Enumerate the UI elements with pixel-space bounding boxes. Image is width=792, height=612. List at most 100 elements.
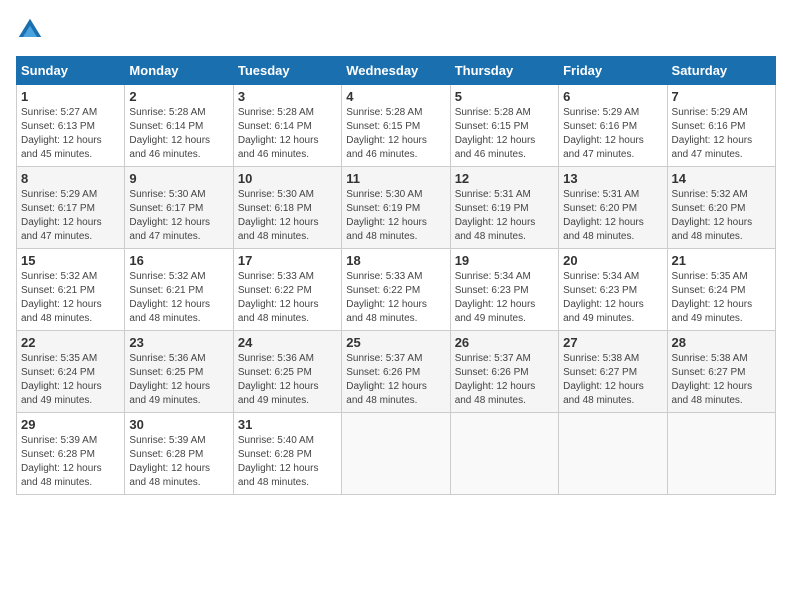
- day-number: 11: [346, 171, 445, 186]
- day-info: Sunrise: 5:30 AM Sunset: 6:18 PM Dayligh…: [238, 188, 337, 244]
- day-number: 31: [238, 417, 337, 432]
- day-info: Sunrise: 5:32 AM Sunset: 6:20 PM Dayligh…: [672, 188, 771, 244]
- day-number: 26: [455, 335, 554, 350]
- day-info: Sunrise: 5:37 AM Sunset: 6:26 PM Dayligh…: [346, 352, 445, 408]
- day-number: 15: [21, 253, 120, 268]
- day-number: 28: [672, 335, 771, 350]
- day-number: 9: [129, 171, 228, 186]
- day-info: Sunrise: 5:36 AM Sunset: 6:25 PM Dayligh…: [238, 352, 337, 408]
- day-number: 30: [129, 417, 228, 432]
- calendar-cell: [559, 413, 667, 495]
- calendar-cell: 17 Sunrise: 5:33 AM Sunset: 6:22 PM Dayli…: [233, 249, 341, 331]
- calendar-week-5: 29Sunrise: 5:39 AM Sunset: 6:28 PM Dayli…: [17, 413, 776, 495]
- day-number: 17: [238, 253, 337, 268]
- day-info: Sunrise: 5:28 AM Sunset: 6:14 PM Dayligh…: [238, 106, 337, 162]
- day-number: 1: [21, 89, 120, 104]
- calendar-cell: 21 Sunrise: 5:35 AM Sunset: 6:24 PM Dayli…: [667, 249, 775, 331]
- day-info: Sunrise: 5:38 AM Sunset: 6:27 PM Dayligh…: [563, 352, 662, 408]
- calendar-cell: 20 Sunrise: 5:34 AM Sunset: 6:23 PM Dayli…: [559, 249, 667, 331]
- day-number: 20: [563, 253, 662, 268]
- day-info: Sunrise: 5:32 AM Sunset: 6:21 PM Dayligh…: [129, 270, 228, 326]
- day-info: Sunrise: 5:32 AM Sunset: 6:21 PM Dayligh…: [21, 270, 120, 326]
- calendar-cell: 2Sunrise: 5:28 AM Sunset: 6:14 PM Daylig…: [125, 85, 233, 167]
- calendar-cell: 6 Sunrise: 5:29 AM Sunset: 6:16 PM Daylig…: [559, 85, 667, 167]
- day-info: Sunrise: 5:27 AM Sunset: 6:13 PM Dayligh…: [21, 106, 120, 162]
- day-number: 6: [563, 89, 662, 104]
- day-number: 16: [129, 253, 228, 268]
- calendar-cell: 27 Sunrise: 5:38 AM Sunset: 6:27 PM Dayli…: [559, 331, 667, 413]
- day-number: 7: [672, 89, 771, 104]
- day-info: Sunrise: 5:30 AM Sunset: 6:19 PM Dayligh…: [346, 188, 445, 244]
- header-row: Sunday Monday Tuesday Wednesday Thursday…: [17, 57, 776, 85]
- day-info: Sunrise: 5:31 AM Sunset: 6:20 PM Dayligh…: [563, 188, 662, 244]
- calendar-cell: 3 Sunrise: 5:28 AM Sunset: 6:14 PM Daylig…: [233, 85, 341, 167]
- calendar-cell: 8Sunrise: 5:29 AM Sunset: 6:17 PM Daylig…: [17, 167, 125, 249]
- calendar-cell: 26 Sunrise: 5:37 AM Sunset: 6:26 PM Dayli…: [450, 331, 558, 413]
- calendar-cell: 16 Sunrise: 5:32 AM Sunset: 6:21 PM Dayli…: [125, 249, 233, 331]
- calendar-cell: 14 Sunrise: 5:32 AM Sunset: 6:20 PM Dayli…: [667, 167, 775, 249]
- day-number: 10: [238, 171, 337, 186]
- day-info: Sunrise: 5:29 AM Sunset: 6:16 PM Dayligh…: [563, 106, 662, 162]
- day-info: Sunrise: 5:34 AM Sunset: 6:23 PM Dayligh…: [563, 270, 662, 326]
- day-number: 12: [455, 171, 554, 186]
- calendar-cell: [667, 413, 775, 495]
- day-info: Sunrise: 5:28 AM Sunset: 6:15 PM Dayligh…: [455, 106, 554, 162]
- calendar-week-2: 8Sunrise: 5:29 AM Sunset: 6:17 PM Daylig…: [17, 167, 776, 249]
- page-header: [16, 16, 776, 44]
- calendar-cell: 30 Sunrise: 5:39 AM Sunset: 6:28 PM Dayli…: [125, 413, 233, 495]
- day-info: Sunrise: 5:28 AM Sunset: 6:14 PM Dayligh…: [129, 106, 228, 162]
- calendar-cell: 29Sunrise: 5:39 AM Sunset: 6:28 PM Dayli…: [17, 413, 125, 495]
- calendar-cell: 1 Sunrise: 5:27 AM Sunset: 6:13 PM Daylig…: [17, 85, 125, 167]
- day-info: Sunrise: 5:40 AM Sunset: 6:28 PM Dayligh…: [238, 434, 337, 490]
- day-info: Sunrise: 5:33 AM Sunset: 6:22 PM Dayligh…: [346, 270, 445, 326]
- day-info: Sunrise: 5:39 AM Sunset: 6:28 PM Dayligh…: [21, 434, 120, 490]
- col-monday: Monday: [125, 57, 233, 85]
- col-saturday: Saturday: [667, 57, 775, 85]
- day-number: 13: [563, 171, 662, 186]
- day-number: 21: [672, 253, 771, 268]
- calendar-cell: 11 Sunrise: 5:30 AM Sunset: 6:19 PM Dayli…: [342, 167, 450, 249]
- day-info: Sunrise: 5:35 AM Sunset: 6:24 PM Dayligh…: [21, 352, 120, 408]
- day-info: Sunrise: 5:37 AM Sunset: 6:26 PM Dayligh…: [455, 352, 554, 408]
- day-info: Sunrise: 5:39 AM Sunset: 6:28 PM Dayligh…: [129, 434, 228, 490]
- calendar-cell: 22 Sunrise: 5:35 AM Sunset: 6:24 PM Dayli…: [17, 331, 125, 413]
- calendar-cell: 12 Sunrise: 5:31 AM Sunset: 6:19 PM Dayli…: [450, 167, 558, 249]
- col-sunday: Sunday: [17, 57, 125, 85]
- day-number: 4: [346, 89, 445, 104]
- day-info: Sunrise: 5:29 AM Sunset: 6:17 PM Dayligh…: [21, 188, 120, 244]
- day-number: 25: [346, 335, 445, 350]
- day-info: Sunrise: 5:35 AM Sunset: 6:24 PM Dayligh…: [672, 270, 771, 326]
- day-info: Sunrise: 5:28 AM Sunset: 6:15 PM Dayligh…: [346, 106, 445, 162]
- calendar-cell: 10 Sunrise: 5:30 AM Sunset: 6:18 PM Dayli…: [233, 167, 341, 249]
- day-info: Sunrise: 5:36 AM Sunset: 6:25 PM Dayligh…: [129, 352, 228, 408]
- calendar-cell: 5Sunrise: 5:28 AM Sunset: 6:15 PM Daylig…: [450, 85, 558, 167]
- day-number: 18: [346, 253, 445, 268]
- calendar-cell: 25 Sunrise: 5:37 AM Sunset: 6:26 PM Dayli…: [342, 331, 450, 413]
- calendar-cell: [450, 413, 558, 495]
- day-info: Sunrise: 5:29 AM Sunset: 6:16 PM Dayligh…: [672, 106, 771, 162]
- day-info: Sunrise: 5:30 AM Sunset: 6:17 PM Dayligh…: [129, 188, 228, 244]
- day-number: 3: [238, 89, 337, 104]
- day-number: 19: [455, 253, 554, 268]
- day-number: 22: [21, 335, 120, 350]
- calendar-week-4: 22 Sunrise: 5:35 AM Sunset: 6:24 PM Dayli…: [17, 331, 776, 413]
- day-info: Sunrise: 5:34 AM Sunset: 6:23 PM Dayligh…: [455, 270, 554, 326]
- calendar-cell: 24 Sunrise: 5:36 AM Sunset: 6:25 PM Dayli…: [233, 331, 341, 413]
- calendar-cell: 31 Sunrise: 5:40 AM Sunset: 6:28 PM Dayli…: [233, 413, 341, 495]
- day-info: Sunrise: 5:38 AM Sunset: 6:27 PM Dayligh…: [672, 352, 771, 408]
- day-number: 24: [238, 335, 337, 350]
- day-info: Sunrise: 5:31 AM Sunset: 6:19 PM Dayligh…: [455, 188, 554, 244]
- calendar-cell: 18 Sunrise: 5:33 AM Sunset: 6:22 PM Dayli…: [342, 249, 450, 331]
- calendar-cell: 23 Sunrise: 5:36 AM Sunset: 6:25 PM Dayli…: [125, 331, 233, 413]
- day-number: 14: [672, 171, 771, 186]
- day-info: Sunrise: 5:33 AM Sunset: 6:22 PM Dayligh…: [238, 270, 337, 326]
- logo-icon: [16, 16, 44, 44]
- calendar-cell: 4 Sunrise: 5:28 AM Sunset: 6:15 PM Daylig…: [342, 85, 450, 167]
- calendar-cell: 13 Sunrise: 5:31 AM Sunset: 6:20 PM Dayli…: [559, 167, 667, 249]
- calendar-week-3: 15 Sunrise: 5:32 AM Sunset: 6:21 PM Dayli…: [17, 249, 776, 331]
- calendar-cell: 9 Sunrise: 5:30 AM Sunset: 6:17 PM Daylig…: [125, 167, 233, 249]
- day-number: 23: [129, 335, 228, 350]
- day-number: 27: [563, 335, 662, 350]
- calendar-cell: [342, 413, 450, 495]
- calendar-cell: 19 Sunrise: 5:34 AM Sunset: 6:23 PM Dayli…: [450, 249, 558, 331]
